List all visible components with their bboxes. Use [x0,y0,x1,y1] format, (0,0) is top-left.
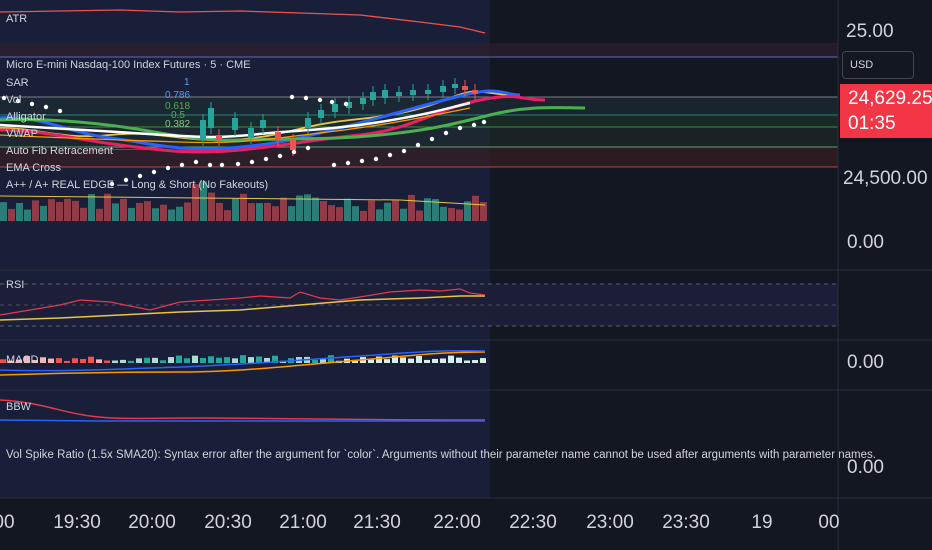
price-axis-top: 25.00 [846,21,894,42]
fib-level-0382: 0.382 [165,119,191,130]
bbw-label[interactable]: BBW [6,401,31,414]
volume-axis-zero: 0.00 [847,232,884,253]
time-axis-label: 23:30 [662,512,710,533]
sar-label[interactable]: SAR [6,77,29,90]
chart-canvas[interactable] [0,0,932,550]
bbw-axis-zero: 0.00 [847,457,884,478]
price-axis-mid: 24,500.00 [843,168,928,189]
time-axis-label: 23:00 [586,512,634,533]
rsi-label[interactable]: RSI [6,279,24,292]
vol-label[interactable]: Vol [6,94,21,107]
atr-label[interactable]: ATR [6,13,27,26]
macd-axis-zero: 0.00 [847,352,884,373]
symbol-title[interactable]: Micro E-mini Nasdaq-100 Index Futures · … [6,59,251,72]
time-axis-label: 22:00 [433,512,481,533]
auto-fib-label[interactable]: Auto Fib Retracement [6,145,113,158]
script-error-message: Vol Spike Ratio (1.5x SMA20): Syntax err… [6,449,876,461]
time-axis-label: 21:30 [353,512,401,533]
real-edge-label[interactable]: A++ / A+ REAL EDGE — Long & Short (No Fa… [6,179,268,192]
time-axis-label: 19 [751,512,773,533]
time-axis-label: 20:30 [204,512,252,533]
currency-button[interactable]: USD [842,51,914,79]
macd-label[interactable]: MACD [6,354,38,367]
time-axis-label: 21:00 [279,512,327,533]
ema-cross-label[interactable]: EMA Cross [6,162,61,175]
bar-countdown: 01:35 [848,113,896,134]
currency-label: USD [850,59,874,71]
alligator-label[interactable]: Alligator [6,111,46,124]
time-axis-label: 22:30 [509,512,557,533]
last-price-value: 24,629.25 [848,88,932,109]
time-axis-label: 20:00 [128,512,176,533]
time-axis-label: 00 [818,512,840,533]
last-price-badge: 24,629.25 01:35 [840,84,932,138]
fib-level-1: 1 [184,77,190,88]
time-axis-label: 19:30 [53,512,101,533]
fib-level-0786: 0.786 [165,90,191,101]
time-axis-label: 00 [0,512,15,533]
vwap-label[interactable]: VWAP [6,128,38,141]
